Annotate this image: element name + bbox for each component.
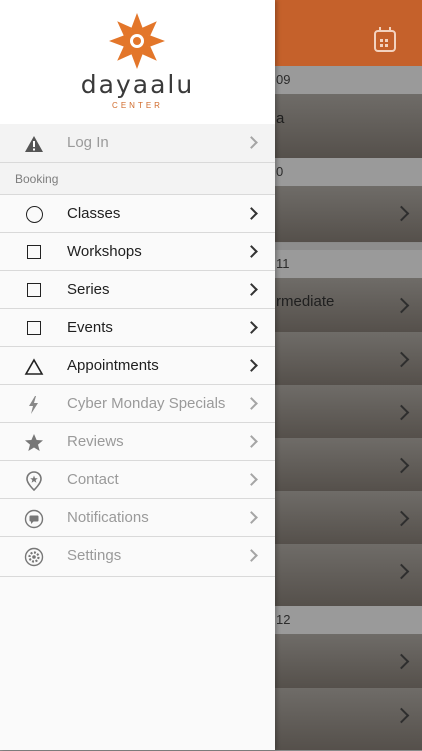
- menu-item-workshops[interactable]: Workshops: [0, 233, 275, 271]
- chevron-right-icon: [245, 359, 258, 372]
- chevron-right-icon: [245, 473, 258, 486]
- lightning-icon: [29, 396, 38, 414]
- menu-item-settings[interactable]: Settings: [0, 537, 275, 577]
- chevron-right-icon: [245, 207, 258, 220]
- square-icon: [27, 245, 41, 259]
- menu-item-label: Reviews: [67, 433, 124, 450]
- menu-item-label: Notifications: [67, 509, 149, 526]
- menu-item-notifications[interactable]: Notifications: [0, 499, 275, 537]
- chevron-right-icon: [245, 136, 258, 149]
- chevron-right-icon: [393, 351, 410, 368]
- menu-item-label: Events: [67, 319, 113, 336]
- map-pin-icon: [26, 471, 42, 491]
- gear-icon: [24, 547, 44, 567]
- chat-icon: [24, 509, 44, 529]
- menu-item-appointments[interactable]: Appointments: [0, 347, 275, 385]
- chevron-right-icon: [393, 653, 410, 670]
- square-icon: [27, 321, 41, 335]
- menu-item-label: Log In: [67, 134, 109, 151]
- chevron-right-icon: [393, 563, 410, 580]
- chevron-right-icon: [393, 404, 410, 421]
- logo-wordmark: dayaalu: [80, 70, 195, 99]
- chevron-right-icon: [245, 283, 258, 296]
- menu-item-label: Cyber Monday Specials: [67, 395, 226, 412]
- menu-item-reviews[interactable]: Reviews: [0, 423, 275, 461]
- chevron-right-icon: [393, 707, 410, 724]
- chevron-right-icon: [393, 457, 410, 474]
- menu-item-label: Appointments: [67, 357, 159, 374]
- menu-item-login[interactable]: Log In: [0, 124, 275, 163]
- menu-item-label: Settings: [67, 547, 122, 564]
- section-header-booking: Booking: [0, 163, 275, 195]
- menu-item-label: Series: [67, 281, 110, 298]
- calendar-icon[interactable]: [374, 27, 396, 52]
- triangle-icon: [24, 358, 44, 375]
- menu-item-classes[interactable]: Classes: [0, 195, 275, 233]
- logo: dayaalu CENTER: [0, 0, 275, 124]
- sun-logo-icon: [109, 13, 165, 69]
- menu-item-label: Contact: [67, 471, 119, 488]
- square-icon: [27, 283, 41, 297]
- menu-item-contact[interactable]: Contact: [0, 461, 275, 499]
- side-drawer: dayaalu CENTER Log In Booking Classes Wo…: [0, 0, 275, 750]
- alert-triangle-icon: [25, 136, 43, 152]
- circle-icon: [26, 206, 43, 223]
- chevron-right-icon: [393, 205, 410, 222]
- menu-item-label: Workshops: [67, 243, 142, 260]
- chevron-right-icon: [245, 245, 258, 258]
- menu-item-events[interactable]: Events: [0, 309, 275, 347]
- chevron-right-icon: [245, 321, 258, 334]
- star-icon: [25, 434, 43, 451]
- chevron-right-icon: [393, 510, 410, 527]
- menu-item-cyber-monday-specials[interactable]: Cyber Monday Specials: [0, 385, 275, 423]
- menu-item-series[interactable]: Series: [0, 271, 275, 309]
- chevron-right-icon: [245, 397, 258, 410]
- chevron-right-icon: [245, 435, 258, 448]
- chevron-right-icon: [245, 549, 258, 562]
- chevron-right-icon: [245, 511, 258, 524]
- menu-item-label: Classes: [67, 205, 121, 222]
- chevron-right-icon: [393, 297, 410, 314]
- logo-subtitle: CENTER: [112, 101, 163, 110]
